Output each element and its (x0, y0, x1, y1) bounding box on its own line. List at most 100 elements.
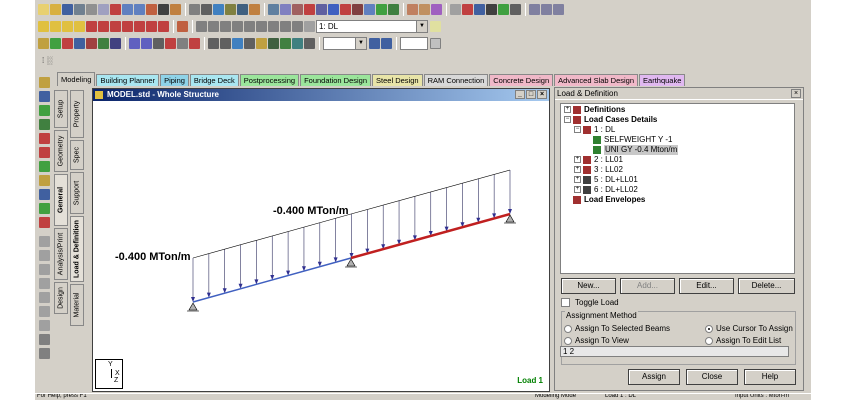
window-icon[interactable] (498, 4, 509, 15)
tool-icon[interactable] (39, 250, 50, 261)
select-tool-icon[interactable] (244, 38, 255, 49)
magnify-icon[interactable] (196, 21, 207, 32)
structure-icon[interactable] (407, 4, 418, 15)
view-icon[interactable] (280, 4, 291, 15)
tool-icon[interactable] (39, 264, 50, 275)
toolbar-tool-icon[interactable] (249, 4, 260, 15)
tree-item-load-cases[interactable]: − Load Cases Details (561, 115, 794, 125)
select-tool-icon[interactable] (280, 38, 291, 49)
select-tool-icon[interactable] (208, 38, 219, 49)
undo-icon[interactable] (122, 4, 133, 15)
toolbar-tool-icon[interactable] (213, 4, 224, 15)
tab-load-definition[interactable]: Load & Definition (70, 216, 84, 282)
parallel-icon[interactable] (86, 38, 97, 49)
mode-tab-building-planner[interactable]: Building Planner (96, 74, 160, 86)
close-icon[interactable]: × (791, 89, 801, 98)
tree-item-load-envelopes[interactable]: Load Envelopes (561, 195, 794, 205)
load-case-select[interactable]: 1: DL ▼ (316, 20, 428, 33)
filter-icon[interactable] (369, 38, 380, 49)
delete-icon[interactable] (110, 4, 121, 15)
window-icon[interactable] (510, 4, 521, 15)
toolbar-tool-icon[interactable] (225, 4, 236, 15)
collapse-icon[interactable]: − (574, 126, 581, 133)
magnify-icon[interactable] (256, 21, 267, 32)
expand-icon[interactable]: + (574, 156, 581, 163)
geometry-tool-icon[interactable] (129, 38, 140, 49)
expand-icon[interactable]: + (574, 176, 581, 183)
display-icon[interactable] (177, 21, 188, 32)
mode-tab-earthquake[interactable]: Earthquake (639, 74, 686, 86)
add-button[interactable]: Add... (620, 278, 675, 294)
toolbar-tool-icon[interactable] (201, 4, 212, 15)
edit-list-field[interactable]: 1 2 (560, 346, 789, 357)
solid-icon[interactable] (74, 38, 85, 49)
view-icon[interactable] (304, 4, 315, 15)
assign-button[interactable]: Assign (628, 369, 680, 385)
expand-icon[interactable]: + (564, 106, 571, 113)
mode-tab-foundation-design[interactable]: Foundation Design (300, 74, 372, 86)
toolbar-tool-icon[interactable] (189, 4, 200, 15)
new-file-icon[interactable] (38, 4, 49, 15)
view-icon[interactable] (268, 4, 279, 15)
maximize-icon[interactable]: □ (526, 90, 536, 99)
filter-icon[interactable] (381, 38, 392, 49)
label-icon[interactable] (170, 4, 181, 15)
geometry-tool-icon[interactable] (189, 38, 200, 49)
delete-button[interactable]: Delete... (738, 278, 795, 294)
structure-icon[interactable] (419, 4, 430, 15)
tree-item-definitions[interactable]: + Definitions (561, 105, 794, 115)
tab-property[interactable]: Property (70, 90, 84, 138)
tab-spec[interactable]: Spec (70, 140, 84, 170)
search-icon[interactable] (304, 21, 315, 32)
mode-tab-modeling[interactable]: Modeling (57, 72, 96, 86)
mode-tab-bridge-deck[interactable]: Bridge Deck (189, 74, 239, 86)
value-field[interactable] (400, 37, 428, 50)
mode-tab-steel-design[interactable]: Steel Design (372, 74, 423, 86)
select-tool-icon[interactable] (268, 38, 279, 49)
redo-icon[interactable] (134, 4, 145, 15)
view-icon[interactable] (292, 4, 303, 15)
tool-icon[interactable] (39, 334, 50, 345)
beam-cursor-icon[interactable] (39, 105, 50, 116)
node-icon[interactable] (38, 38, 49, 49)
assign-edit-list-radio[interactable] (705, 337, 713, 345)
geometry-tool-icon[interactable] (141, 38, 152, 49)
new-button[interactable]: New... (561, 278, 616, 294)
mode-tab-advanced-slab-design[interactable]: Advanced Slab Design (554, 74, 639, 86)
surface-cursor-icon[interactable] (39, 147, 50, 158)
toolbar-tool-icon[interactable] (237, 4, 248, 15)
close-button[interactable]: Close (686, 369, 738, 385)
tree-item-case5[interactable]: + 5 : DL+LL01 (561, 175, 794, 185)
tab-support[interactable]: Support (70, 172, 84, 214)
help-button[interactable]: Help (744, 369, 796, 385)
select-tool-icon[interactable] (220, 38, 231, 49)
tree-item-case3[interactable]: + 3 : LL02 (561, 165, 794, 175)
tree-item-case6[interactable]: + 6 : DL+LL02 (561, 185, 794, 195)
help-pointer-icon[interactable] (430, 21, 441, 32)
tool-icon[interactable] (39, 292, 50, 303)
window-icon[interactable] (474, 4, 485, 15)
window-icon[interactable] (486, 4, 497, 15)
rotate-icon[interactable] (134, 21, 145, 32)
collapse-icon[interactable]: − (564, 116, 571, 123)
cut-icon[interactable] (86, 4, 97, 15)
group-icon[interactable] (110, 38, 121, 49)
rotate-icon[interactable] (98, 21, 109, 32)
tab-material[interactable]: Material (70, 284, 84, 326)
view-icon[interactable] (376, 4, 387, 15)
select-tool-icon[interactable] (292, 38, 303, 49)
window-icon[interactable] (462, 4, 473, 15)
geometry-tool-icon[interactable] (165, 38, 176, 49)
chevron-down-icon[interactable]: ▼ (355, 38, 366, 49)
mode-tab-concrete-design[interactable]: Concrete Design (489, 74, 554, 86)
tab-general[interactable]: General (54, 174, 68, 226)
pan-icon[interactable] (74, 21, 85, 32)
tree-item-uni-gy[interactable]: UNI GY -0.4 Mton/m (561, 145, 794, 155)
assign-to-view-radio[interactable] (564, 337, 572, 345)
node-cursor-icon[interactable] (39, 91, 50, 102)
view-icon[interactable] (388, 4, 399, 15)
toolbar-tool-icon[interactable] (541, 4, 552, 15)
magnify-icon[interactable] (208, 21, 219, 32)
tool-icon[interactable] (39, 236, 50, 247)
select-tool-icon[interactable] (256, 38, 267, 49)
